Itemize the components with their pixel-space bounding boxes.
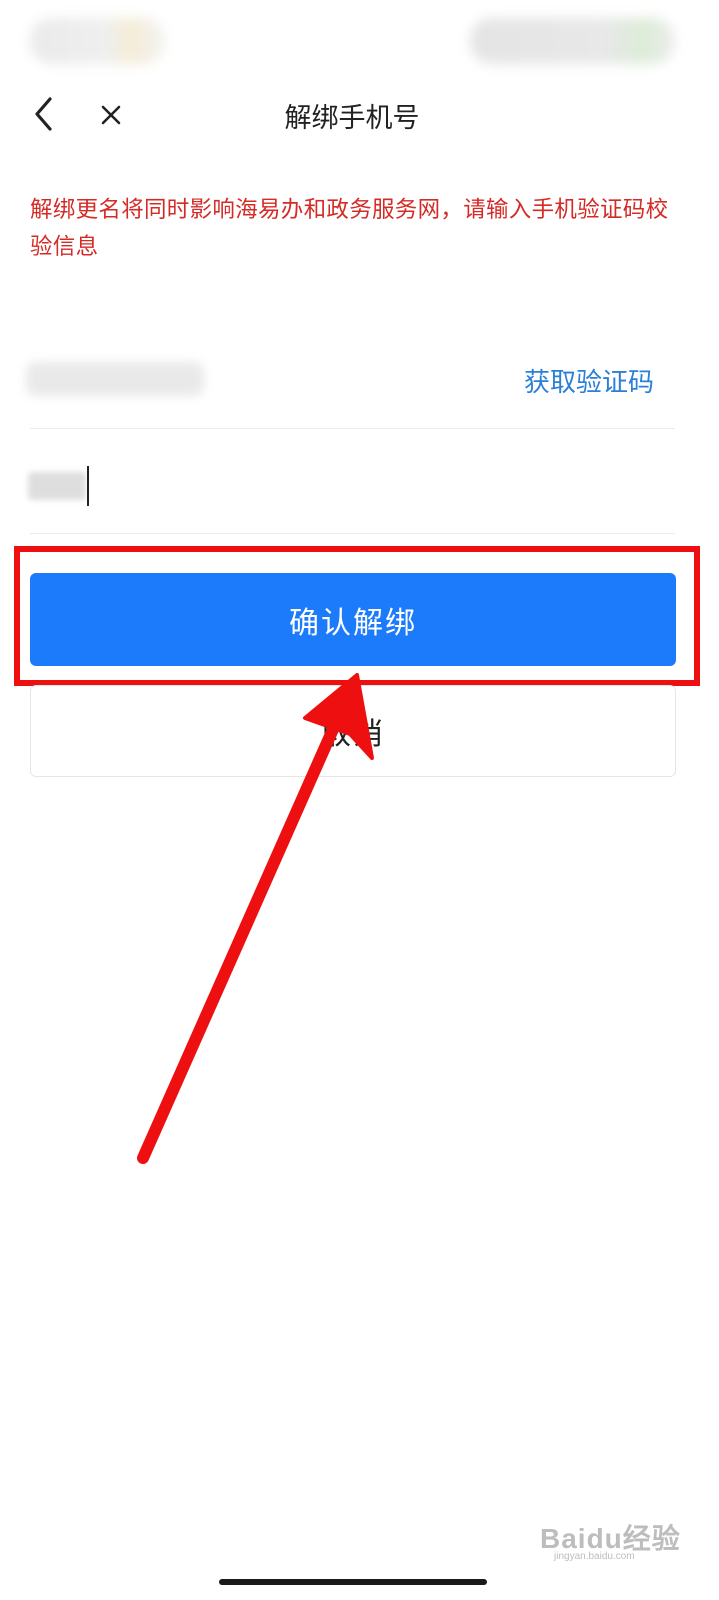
home-indicator[interactable]	[219, 1579, 487, 1585]
phone-number-field[interactable]	[26, 362, 204, 396]
status-bar-left	[30, 18, 165, 64]
status-bar-right	[470, 18, 675, 64]
get-verification-code-link[interactable]: 获取验证码	[524, 362, 654, 399]
code-value-blurred	[28, 472, 86, 500]
watermark-sub: jingyan.baidu.com	[554, 1551, 635, 1562]
divider	[30, 428, 675, 429]
page-title: 解绑手机号	[284, 103, 420, 134]
unbind-warning-text: 解绑更名将同时影响海易办和政务服务网，请输入手机验证码校验信息	[30, 197, 669, 260]
cancel-button[interactable]: 取消	[30, 685, 676, 777]
text-caret	[87, 466, 89, 506]
verification-code-input[interactable]	[28, 466, 668, 508]
divider	[30, 533, 675, 534]
baidu-jingyan-watermark: Baidu经验 jingyan.baidu.com	[540, 1517, 700, 1567]
annotation-highlight-box	[14, 546, 700, 686]
